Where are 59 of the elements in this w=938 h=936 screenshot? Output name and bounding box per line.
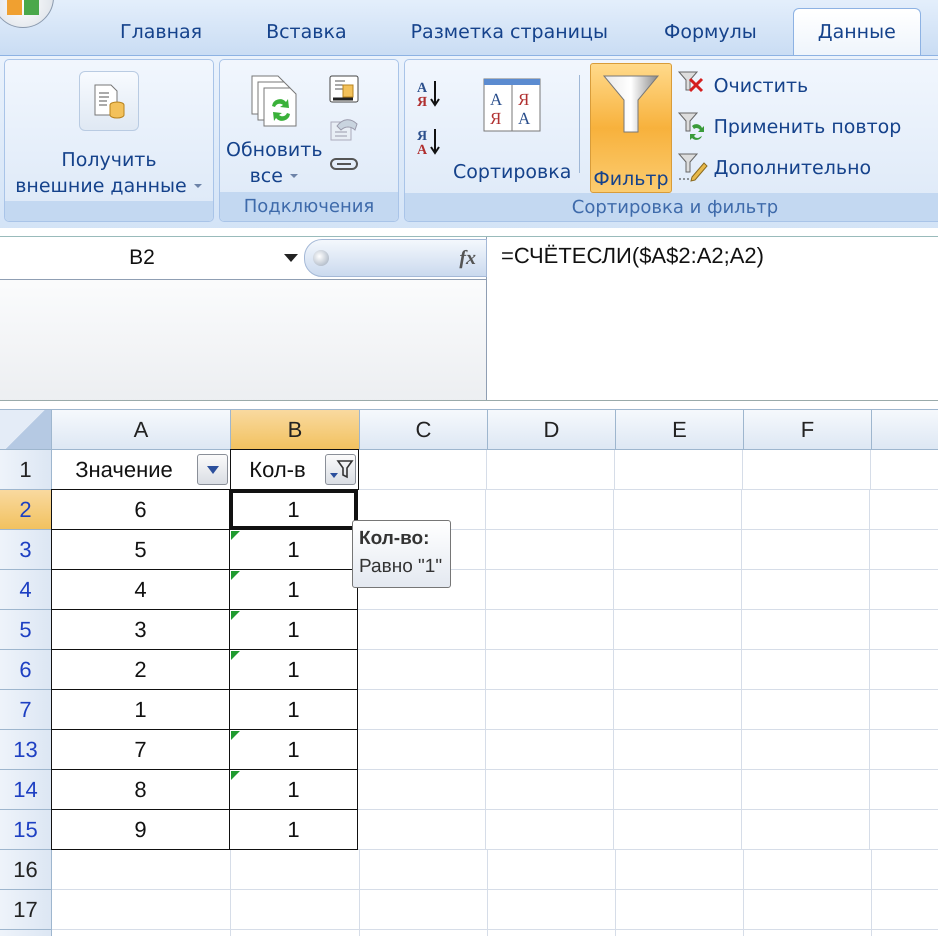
resize-handle[interactable] [313,250,329,266]
ribbon-button[interactable]: Получить внешние данные [9,63,209,201]
connection-icon [328,74,359,102]
row-header[interactable]: 7 [0,690,52,730]
row-header[interactable]: 13 [0,730,52,770]
tooltip-text: Равно "1" [359,555,442,579]
ribbon-tab[interactable]: Главная [96,9,226,55]
table-cell: 1 [229,609,358,650]
ribbon-button[interactable]: А Я Я А Сортировка [451,63,574,193]
ribbon-tab[interactable]: Данные [792,8,921,55]
table-cell: 9 [51,809,230,850]
row-header[interactable]: 15 [0,810,52,850]
row-header[interactable]: 16 [0,850,52,890]
column-header[interactable]: F [744,410,872,450]
caret-icon [206,466,218,474]
name-box[interactable]: B2 fx [0,237,486,280]
table-cell: Кол-в [230,449,359,490]
ribbon-button[interactable]: Фильтр [590,63,672,193]
column-header[interactable]: C [360,410,488,450]
ribbon-button[interactable]: Обновить все [224,63,325,192]
insert-function-button[interactable]: fx [459,246,476,270]
advanced-filter-icon [678,153,708,184]
column-header[interactable]: D [488,410,616,450]
table-cell: 6 [51,489,230,530]
row-header[interactable]: 3 [0,530,52,570]
filter-caret-icon [328,458,354,480]
filter-dropdown-button[interactable] [325,454,356,485]
row-header[interactable]: 1 [0,450,52,490]
funnel-icon [602,74,660,134]
select-all-button[interactable] [0,410,52,450]
ribbon-command[interactable]: Очистить [678,70,902,101]
column-header[interactable]: A [52,410,231,450]
table-cell: 1 [229,809,358,850]
row-header[interactable]: 2 [0,490,52,530]
table-cell: 1 [229,769,358,810]
table-cell: 1 [229,729,358,770]
column-header[interactable]: B [231,410,360,450]
ribbon-tab[interactable]: Разметка страницы [386,9,632,55]
ribbon-command[interactable]: Применить повтор [678,112,902,142]
filter-dropdown-button[interactable] [197,454,228,485]
row-header[interactable]: 17 [0,890,52,930]
table-cell: Значение [52,450,231,490]
row-header[interactable]: 4 [0,570,52,610]
sort-icon: А Я Я А [483,78,542,132]
ribbon-command[interactable]: Дополнительно [678,153,902,184]
tooltip-title: Кол-во: [359,527,430,551]
table-cell: 1 [229,489,358,530]
row-header[interactable]: 6 [0,650,52,690]
column-header[interactable]: E [616,410,744,450]
ribbon-tab[interactable]: Вставка [242,9,371,55]
dropdown-icon [284,254,298,262]
group-label: Сортировка и фильтр [572,196,778,218]
office-logo-icon [5,0,41,17]
ribbon-tab[interactable]: Формулы [640,9,781,55]
row-header[interactable]: 14 [0,770,52,810]
table-cell: 1 [229,649,358,690]
row-header[interactable]: 5 [0,610,52,650]
refresh-icon [250,74,298,128]
group-label: Подключения [244,196,374,217]
